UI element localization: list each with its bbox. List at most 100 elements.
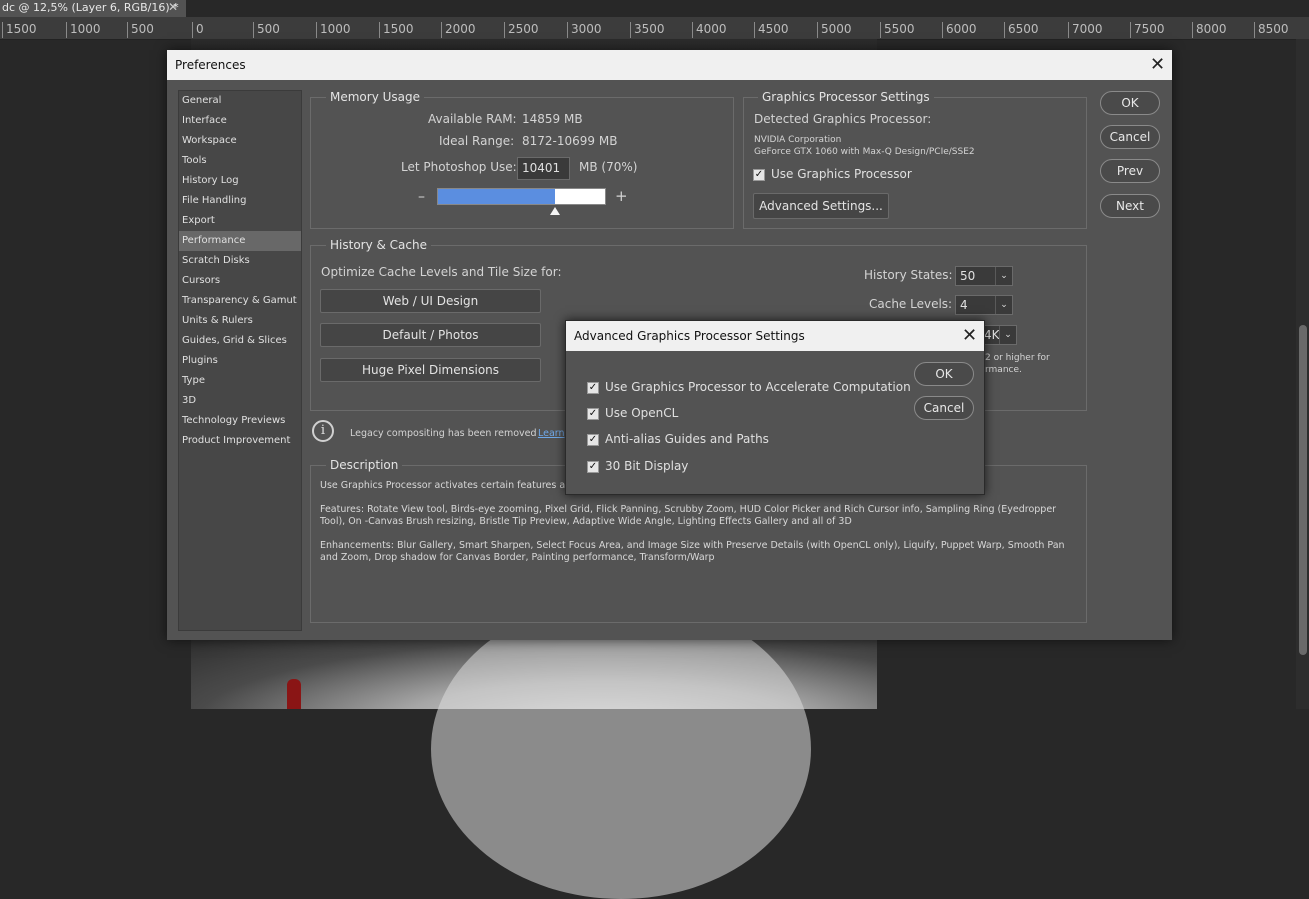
info-icon: i xyxy=(312,420,334,442)
preferences-title: Preferences xyxy=(175,58,246,72)
ruler-tick: 2500 xyxy=(504,22,539,38)
use-gpu-checkbox[interactable]: ✓ xyxy=(753,169,765,181)
ruler-tick: 6500 xyxy=(1004,22,1039,38)
default-photos-button[interactable]: Default / Photos xyxy=(320,323,541,347)
ruler-tick: 7000 xyxy=(1068,22,1103,38)
sidebar-item-3d[interactable]: 3D xyxy=(179,391,301,411)
sidebar-item-performance[interactable]: Performance xyxy=(179,231,301,251)
cache-levels-label: Cache Levels: xyxy=(869,297,953,311)
sidebar-item-cursors[interactable]: Cursors xyxy=(179,271,301,291)
ruler-tick: 0 xyxy=(192,22,204,38)
huge-pixel-dimensions-button[interactable]: Huge Pixel Dimensions xyxy=(320,358,541,382)
sidebar-item-file-handling[interactable]: File Handling xyxy=(179,191,301,211)
sidebar-item-guides-grid-slices[interactable]: Guides, Grid & Slices xyxy=(179,331,301,351)
learn-more-link[interactable]: Learn xyxy=(538,428,565,439)
advanced-settings-button[interactable]: Advanced Settings... xyxy=(753,193,889,219)
document-tab[interactable]: dc @ 12,5% (Layer 6, RGB/16) * ✕ xyxy=(0,0,186,17)
ideal-range-label: Ideal Range: xyxy=(439,134,515,148)
memory-slider-handle[interactable] xyxy=(550,207,560,215)
advanced-option-checkbox[interactable]: ✓ xyxy=(587,461,599,473)
close-tab-icon[interactable]: ✕ xyxy=(168,0,178,15)
vertical-scrollbar[interactable] xyxy=(1296,39,1309,709)
ruler-tick: 5000 xyxy=(817,22,852,38)
sidebar-item-history-log[interactable]: History Log xyxy=(179,171,301,191)
memory-slider[interactable] xyxy=(437,188,606,205)
optimize-cache-label: Optimize Cache Levels and Tile Size for: xyxy=(321,265,562,279)
ruler-tick: 2000 xyxy=(441,22,476,38)
ok-button[interactable]: OK xyxy=(1100,91,1160,115)
sidebar-item-scratch-disks[interactable]: Scratch Disks xyxy=(179,251,301,271)
available-ram-value: 14859 MB xyxy=(522,112,583,126)
memory-slider-fill xyxy=(438,189,555,204)
preferences-titlebar[interactable]: Preferences ✕ xyxy=(167,50,1172,80)
advanced-gpu-title: Advanced Graphics Processor Settings xyxy=(574,329,805,343)
available-ram-label: Available RAM: xyxy=(428,112,517,126)
preferences-sidebar: General Interface Workspace Tools History Lo… xyxy=(178,90,302,631)
decrease-memory-icon[interactable]: – xyxy=(418,189,425,205)
gpu-settings-title: Graphics Processor Settings xyxy=(758,90,934,104)
let-photoshop-use-label: Let Photoshop Use: xyxy=(401,160,517,174)
gpu-model: GeForce GTX 1060 with Max-Q Design/PCIe/… xyxy=(754,147,975,157)
sidebar-item-technology-previews[interactable]: Technology Previews xyxy=(179,411,301,431)
advanced-option-checkbox[interactable]: ✓ xyxy=(587,408,599,420)
sidebar-item-units-rulers[interactable]: Units & Rulers xyxy=(179,311,301,331)
cancel-button[interactable]: Cancel xyxy=(1100,125,1160,149)
memory-usage-title: Memory Usage xyxy=(326,90,425,104)
next-button[interactable]: Next xyxy=(1100,194,1160,218)
sidebar-item-tools[interactable]: Tools xyxy=(179,151,301,171)
ruler-tick: 1000 xyxy=(316,22,351,38)
prev-button[interactable]: Prev xyxy=(1100,159,1160,183)
description-enhancements: Enhancements: Blur Gallery, Smart Sharpe… xyxy=(320,540,1065,563)
advanced-gpu-dialog: Advanced Graphics Processor Settings ✕ ✓… xyxy=(565,320,985,495)
chevron-down-icon: ⌄ xyxy=(995,267,1012,285)
cache-tile-size-value: 4K xyxy=(984,328,1000,342)
ruler-tick: 7500 xyxy=(1130,22,1165,38)
use-gpu-label: Use Graphics Processor xyxy=(771,167,912,181)
history-cache-title: History & Cache xyxy=(326,238,431,252)
advanced-ok-button[interactable]: OK xyxy=(914,362,974,386)
sidebar-item-export[interactable]: Export xyxy=(179,211,301,231)
advanced-option-label: 30 Bit Display xyxy=(605,459,689,473)
advanced-option-checkbox[interactable]: ✓ xyxy=(587,382,599,394)
sidebar-item-transparency-gamut[interactable]: Transparency & Gamut xyxy=(179,291,301,311)
ruler-tick: 4000 xyxy=(692,22,727,38)
sidebar-item-type[interactable]: Type xyxy=(179,371,301,391)
sidebar-item-plugins[interactable]: Plugins xyxy=(179,351,301,371)
gpu-vendor: NVIDIA Corporation xyxy=(754,135,842,145)
sidebar-item-product-improvement[interactable]: Product Improvement xyxy=(179,431,301,451)
sidebar-item-general[interactable]: General xyxy=(179,91,301,111)
description-features: Features: Rotate View tool, Birds-eye zo… xyxy=(320,504,1057,527)
scrollbar-thumb[interactable] xyxy=(1299,325,1307,655)
photo-figure xyxy=(287,679,301,709)
advanced-cancel-button[interactable]: Cancel xyxy=(914,396,974,420)
cache-note-line2: rmance. xyxy=(985,365,1022,375)
sidebar-item-interface[interactable]: Interface xyxy=(179,111,301,131)
detected-gpu-label: Detected Graphics Processor: xyxy=(754,112,932,126)
close-icon[interactable]: ✕ xyxy=(1150,56,1165,74)
legacy-compositing-notice: Legacy compositing has been removed xyxy=(350,428,537,439)
advanced-gpu-titlebar[interactable]: Advanced Graphics Processor Settings ✕ xyxy=(566,321,984,351)
ruler-tick: 5500 xyxy=(880,22,915,38)
increase-memory-icon[interactable]: + xyxy=(615,187,628,205)
advanced-option-checkbox[interactable]: ✓ xyxy=(587,434,599,446)
web-ui-design-button[interactable]: Web / UI Design xyxy=(320,289,541,313)
history-states-dropdown[interactable]: 50 ⌄ xyxy=(955,266,1013,286)
cache-note-line1: 2 or higher for xyxy=(985,353,1050,363)
ruler-tick: 3500 xyxy=(630,22,665,38)
close-icon[interactable]: ✕ xyxy=(962,327,977,345)
ruler-tick: 500 xyxy=(253,22,280,38)
memory-amount-input[interactable]: 10401 xyxy=(517,157,570,180)
advanced-option-label: Use Graphics Processor to Accelerate Com… xyxy=(605,380,911,394)
ruler-tick: 1000 xyxy=(66,22,101,38)
history-states-value: 50 xyxy=(960,269,976,283)
photo-shape xyxy=(431,599,811,899)
cache-levels-dropdown[interactable]: 4 ⌄ xyxy=(955,295,1013,315)
sidebar-item-workspace[interactable]: Workspace xyxy=(179,131,301,151)
ruler-tick: 6000 xyxy=(942,22,977,38)
history-states-label: History States: xyxy=(864,268,953,282)
ruler-tick: 8500 xyxy=(1254,22,1289,38)
ruler-tick: 4500 xyxy=(754,22,789,38)
horizontal-ruler[interactable]: 1500 1000 500 0 500 1000 1500 2000 2500 3000 3500 4… xyxy=(0,17,1309,40)
ruler-tick: 1500 xyxy=(379,22,414,38)
memory-unit-label: MB (70%) xyxy=(579,160,638,174)
